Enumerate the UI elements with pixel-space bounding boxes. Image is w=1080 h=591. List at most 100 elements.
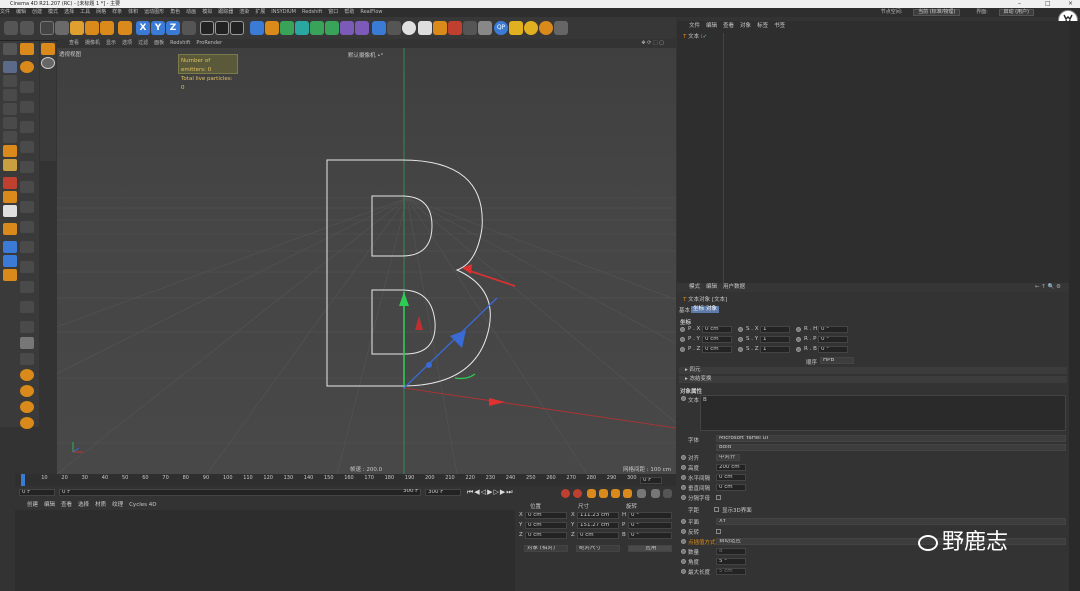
tool-slot-icon[interactable] [20, 221, 34, 233]
scale-field[interactable]: 1 [760, 336, 790, 343]
text-anim-dot[interactable] [681, 396, 686, 401]
menu-item[interactable]: 创建 [32, 9, 42, 15]
hspace-value-field[interactable]: 0 cm [716, 474, 746, 481]
rot-field[interactable]: 0 ° [818, 336, 848, 343]
coord-size-field[interactable]: 0 cm [577, 532, 619, 539]
height-value-field[interactable]: 200 cm [716, 464, 746, 471]
menu-item[interactable]: 网格 [96, 9, 106, 15]
render-picture-icon[interactable] [215, 21, 229, 35]
tool-slot-icon[interactable] [20, 241, 34, 253]
knife-icon[interactable] [20, 417, 34, 429]
anim-dot[interactable] [681, 549, 686, 554]
anim-dot[interactable] [796, 327, 801, 332]
timeline-playhead[interactable] [21, 474, 25, 486]
object-menu-item[interactable]: 标签 [757, 23, 768, 29]
anim-dot[interactable] [681, 529, 686, 534]
live-select-icon[interactable] [118, 21, 132, 35]
anim-dot[interactable] [681, 465, 686, 470]
cloner-icon[interactable] [295, 21, 309, 35]
menu-item[interactable]: 动画 [186, 9, 196, 15]
object-menu-item[interactable]: 查看 [723, 23, 734, 29]
anim-dot[interactable] [738, 327, 743, 332]
maximize-icon[interactable]: □ [1045, 0, 1051, 8]
tool-slot-icon[interactable] [20, 121, 34, 133]
tool-slot-icon[interactable] [20, 181, 34, 193]
scene-icon[interactable] [355, 21, 369, 35]
coord-position-field[interactable]: 0 cm [525, 522, 567, 529]
viewport-menu-item[interactable]: 查看 [69, 40, 79, 46]
effector-icon[interactable] [325, 21, 339, 35]
key-scale-icon[interactable] [611, 489, 620, 498]
move-icon[interactable] [55, 21, 69, 35]
vspace-value-field[interactable]: 0 cm [716, 484, 746, 491]
pos-field[interactable]: 0 cm [702, 336, 732, 343]
axis-snap-icon[interactable] [20, 43, 34, 55]
quaternion-section[interactable]: ▸ 四元 [679, 367, 1067, 374]
brush-icon[interactable] [20, 385, 34, 397]
menu-item[interactable]: 窗口 [328, 9, 338, 15]
transport-buttons[interactable]: ⏮◀◁▶▷▶⏭ [467, 488, 514, 497]
coord-rotation-field[interactable]: 0 ° [628, 522, 672, 529]
anim-dot[interactable] [738, 337, 743, 342]
magnet-icon[interactable] [20, 369, 34, 381]
key-pos-icon[interactable] [599, 489, 608, 498]
qp-icon[interactable]: QP [494, 21, 508, 35]
menu-item[interactable]: 选择 [64, 9, 74, 15]
axis-z-icon[interactable]: Z [166, 21, 180, 35]
anim-dot[interactable] [796, 347, 801, 352]
key-pla-icon[interactable] [651, 489, 660, 498]
current-frame-field[interactable]: 0 F [19, 489, 55, 496]
cube-icon[interactable] [250, 21, 264, 35]
object-menu-item[interactable]: 编辑 [706, 23, 717, 29]
plane-value-select[interactable]: XY [716, 518, 1066, 525]
material-menu-item[interactable]: 编辑 [44, 502, 55, 508]
anim-dot[interactable] [681, 539, 686, 544]
points-mode-icon[interactable] [3, 103, 17, 115]
emitter-icon[interactable] [433, 21, 447, 35]
attributes-menu-item[interactable]: 用户数据 [723, 284, 745, 290]
anim-dot[interactable] [681, 569, 686, 574]
tool-slot-icon[interactable] [20, 281, 34, 293]
tool-slot-icon[interactable] [20, 81, 34, 93]
keyframe-icon[interactable] [587, 489, 596, 498]
size-mode-select[interactable]: 绝对尺寸 [576, 545, 620, 552]
record-icon[interactable] [561, 489, 570, 498]
pos-field[interactable]: 0 cm [702, 326, 732, 333]
tab-basic[interactable]: 基本 [679, 306, 690, 314]
anim-dot[interactable] [680, 347, 685, 352]
tool-slot-icon[interactable] [20, 141, 34, 153]
menu-item[interactable]: Redshift [302, 9, 322, 15]
timeline-menu-icon[interactable] [663, 489, 672, 498]
menu-item[interactable]: 工具 [80, 9, 90, 15]
start-frame-field[interactable]: 0 F [59, 489, 421, 496]
apply-button[interactable]: 应用 [628, 545, 672, 552]
menu-item[interactable]: 运动图形 [144, 9, 164, 15]
light-icon[interactable] [402, 21, 416, 35]
snap-circle-icon[interactable] [41, 57, 55, 69]
close-icon[interactable]: × [1068, 0, 1073, 8]
tool-slot-icon[interactable] [20, 101, 34, 113]
dotted-grid-icon[interactable] [20, 337, 34, 349]
angle-value-field[interactable]: 5 ° [716, 558, 746, 565]
menu-item[interactable]: 角色 [170, 9, 180, 15]
render-view-icon[interactable] [200, 21, 214, 35]
order-select[interactable]: HPB [820, 357, 854, 364]
sync-icon[interactable] [539, 21, 553, 35]
font-style-select[interactable]: Bold [716, 444, 1066, 451]
pos-field[interactable]: 0 cm [702, 346, 732, 353]
material-menu-item[interactable]: 材质 [95, 502, 106, 508]
menu-item[interactable]: 体积 [128, 9, 138, 15]
anim-dot[interactable] [681, 495, 686, 500]
anim-dot[interactable] [738, 347, 743, 352]
max-frame-field[interactable]: 300 F [425, 489, 461, 496]
viewport-menu-item[interactable]: 显示 [106, 40, 116, 46]
anim-dot[interactable] [681, 475, 686, 480]
coord-mode-select[interactable]: 对象 (相对) [524, 545, 568, 552]
grid-icon[interactable] [478, 21, 492, 35]
coord-position-field[interactable]: 0 cm [525, 512, 567, 519]
object-menu-item[interactable]: 对象 [740, 23, 751, 29]
timeline-ruler[interactable]: 0102030405060708090100110120130140150160… [15, 474, 676, 486]
object-menu-item[interactable]: 文件 [689, 23, 700, 29]
field-icon[interactable] [340, 21, 354, 35]
target-icon[interactable] [524, 21, 538, 35]
